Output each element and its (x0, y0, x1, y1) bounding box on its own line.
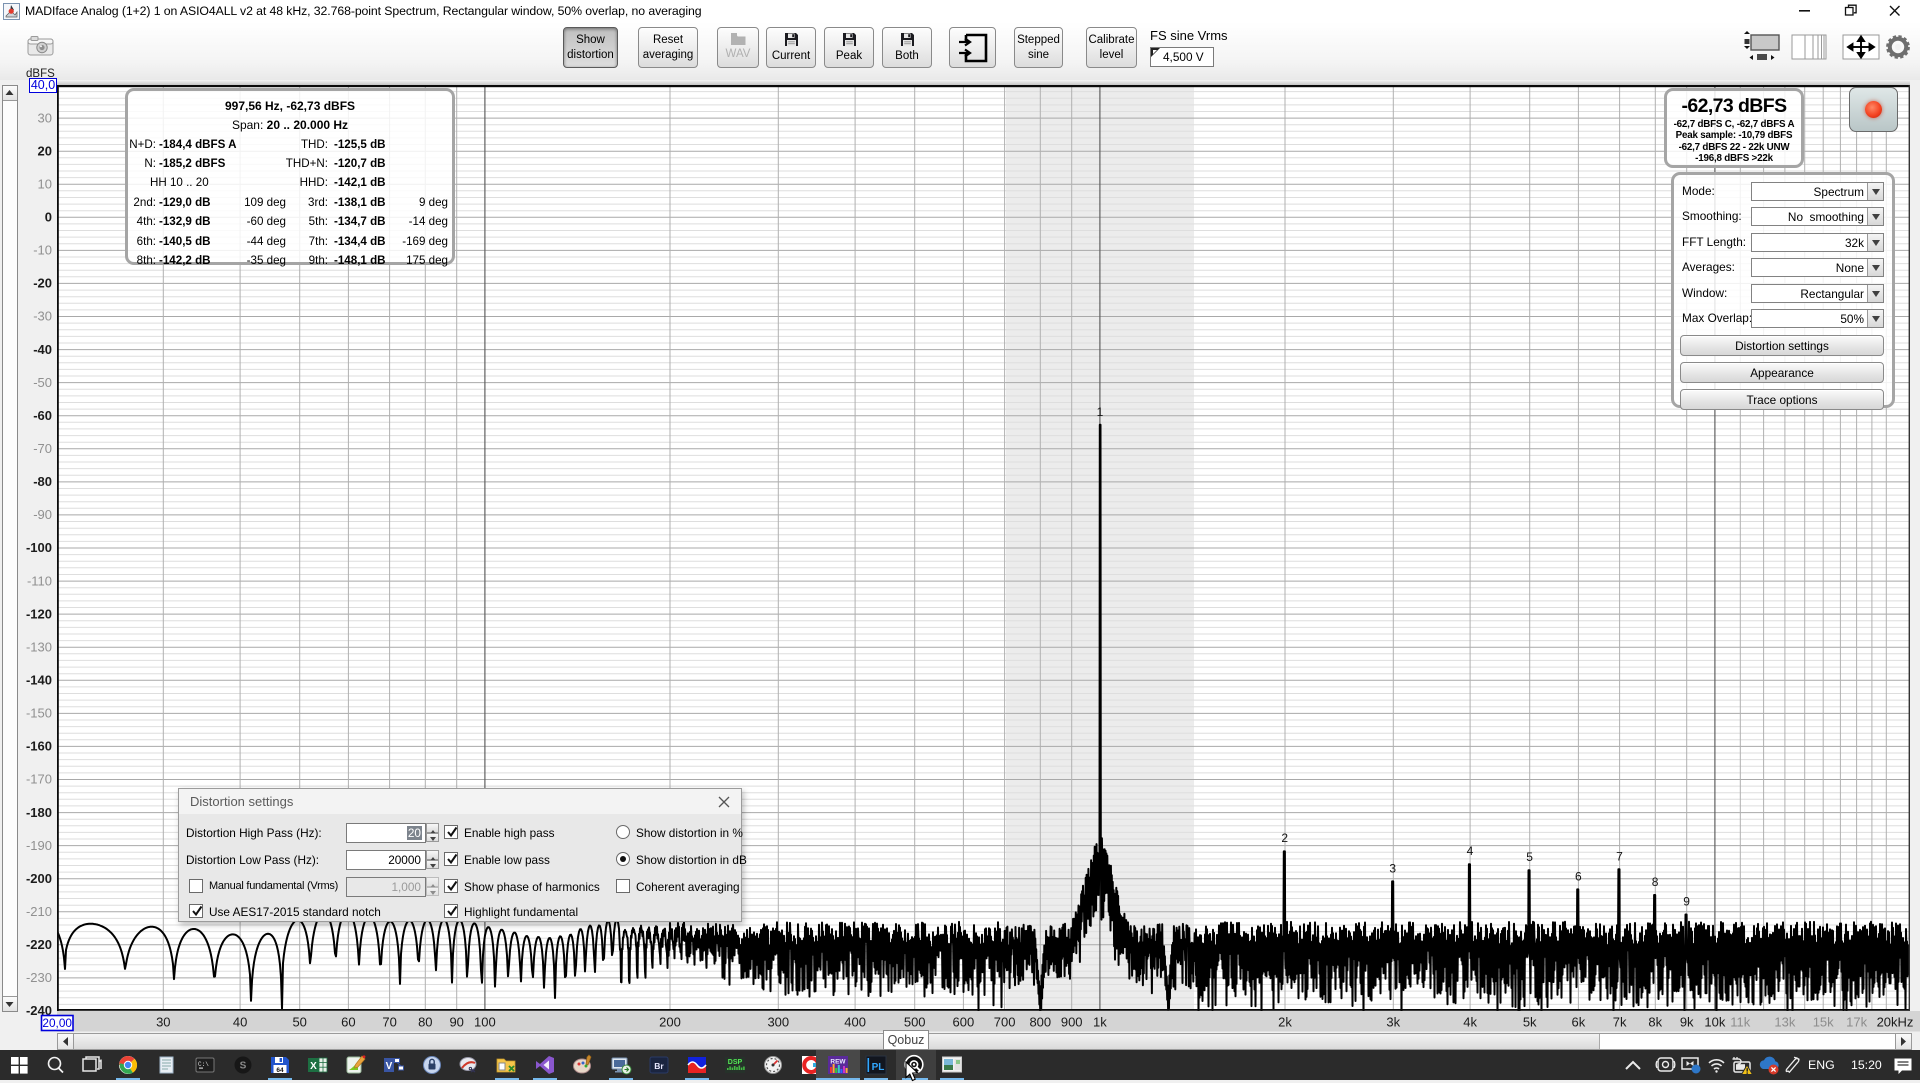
svg-text:PL: PL (872, 1062, 885, 1073)
svg-text:90: 90 (449, 1015, 463, 1030)
svg-text:-230: -230 (26, 970, 52, 985)
svg-text:5: 5 (1526, 850, 1533, 864)
svg-text:7k: 7k (1613, 1015, 1627, 1030)
svg-text:3: 3 (1389, 862, 1396, 876)
svg-text:-80: -80 (33, 474, 52, 489)
svg-text:X: X (310, 1061, 317, 1072)
svg-text:0: 0 (45, 210, 52, 225)
svg-text:-130: -130 (26, 639, 52, 654)
svg-text:-160: -160 (26, 739, 52, 754)
svg-text:-100: -100 (26, 540, 52, 555)
svg-text:13k: 13k (1774, 1015, 1795, 1030)
svg-text:5k: 5k (1523, 1015, 1537, 1030)
svg-text:-110: -110 (27, 573, 52, 588)
svg-text:-50: -50 (33, 375, 52, 390)
svg-text:100: 100 (474, 1015, 496, 1030)
svg-text:600: 600 (953, 1015, 975, 1030)
svg-text:30: 30 (156, 1015, 170, 1030)
svg-text:20kHz: 20kHz (1877, 1015, 1914, 1030)
svg-text:-170: -170 (26, 772, 52, 787)
svg-text:1: 1 (1097, 405, 1104, 419)
svg-text:11k: 11k (1730, 1015, 1750, 1030)
svg-text:70: 70 (382, 1015, 396, 1030)
svg-text:1k: 1k (1093, 1015, 1107, 1030)
svg-text:15k: 15k (1813, 1015, 1834, 1030)
svg-text:4: 4 (1467, 844, 1474, 858)
svg-text:C:\: C:\ (198, 1061, 209, 1068)
svg-text:V: V (386, 1061, 393, 1072)
svg-text:-10: -10 (33, 243, 52, 258)
svg-text:2: 2 (1281, 831, 1288, 845)
svg-text:20: 20 (38, 143, 52, 158)
svg-text:4k: 4k (1463, 1015, 1477, 1030)
svg-text:80: 80 (418, 1015, 432, 1030)
svg-text:-70: -70 (33, 441, 52, 456)
svg-text:-190: -190 (26, 838, 52, 853)
svg-text:20,00: 20,00 (42, 1016, 72, 1030)
svg-text:-210: -210 (26, 904, 52, 919)
svg-text:6: 6 (1575, 870, 1582, 884)
svg-text:-30: -30 (33, 309, 52, 324)
svg-text:10: 10 (38, 176, 52, 191)
svg-text:9k: 9k (1680, 1015, 1694, 1030)
svg-text:-140: -140 (26, 673, 52, 688)
svg-text:DSP: DSP (728, 1059, 743, 1066)
svg-text:40: 40 (233, 1015, 247, 1030)
svg-text:500: 500 (904, 1015, 926, 1030)
svg-text:200: 200 (659, 1015, 681, 1030)
svg-text:64: 64 (276, 1067, 284, 1074)
svg-text:9: 9 (1683, 895, 1690, 909)
svg-text:-200: -200 (26, 871, 52, 886)
svg-text:300: 300 (767, 1015, 789, 1030)
svg-text:Br: Br (654, 1061, 664, 1071)
svg-text:700: 700 (994, 1015, 1016, 1030)
svg-text:7: 7 (1616, 850, 1623, 864)
svg-text:-60: -60 (33, 408, 52, 423)
svg-text:60: 60 (341, 1015, 355, 1030)
svg-text:-120: -120 (26, 606, 52, 621)
svg-text:800: 800 (1029, 1015, 1051, 1030)
svg-text:3k: 3k (1386, 1015, 1400, 1030)
svg-text:-150: -150 (26, 706, 52, 721)
svg-text:17k: 17k (1846, 1015, 1867, 1030)
svg-text:400: 400 (844, 1015, 866, 1030)
svg-text:-90: -90 (33, 507, 52, 522)
svg-text:-20: -20 (33, 276, 52, 291)
svg-text:2k: 2k (1278, 1015, 1292, 1030)
svg-text:30: 30 (38, 110, 52, 125)
svg-text:6k: 6k (1572, 1015, 1586, 1030)
svg-text:50: 50 (292, 1015, 306, 1030)
svg-text:-220: -220 (26, 937, 52, 952)
svg-text:-180: -180 (26, 805, 52, 820)
svg-text:8: 8 (1652, 875, 1659, 889)
svg-text:-40: -40 (33, 342, 52, 357)
svg-text:S: S (240, 1061, 247, 1072)
svg-text:8k: 8k (1648, 1015, 1662, 1030)
svg-text:10k: 10k (1704, 1015, 1725, 1030)
svg-text:900: 900 (1061, 1015, 1083, 1030)
